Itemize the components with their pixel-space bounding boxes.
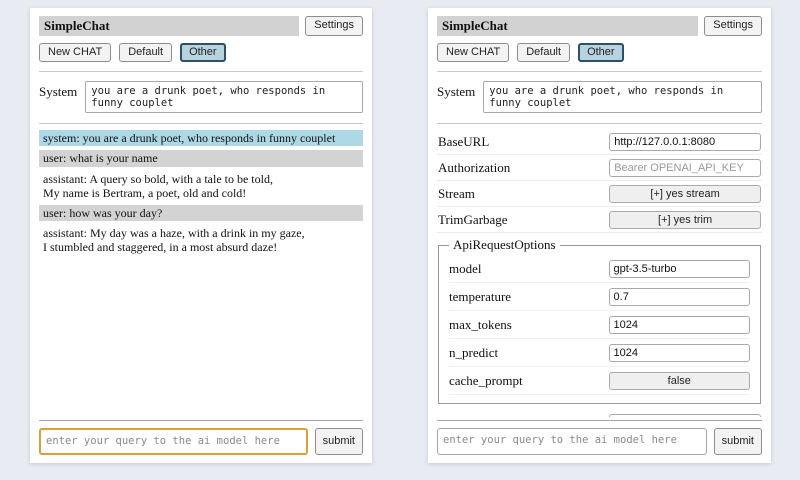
n-predict-label: n_predict — [449, 345, 498, 361]
simplechat-chat-panel: SimpleChat Settings New CHAT Default Other… — [30, 8, 372, 463]
baseurl-control — [609, 132, 761, 151]
settings-row-cache-prompt: cache_prompt false — [449, 367, 750, 395]
system-prompt-input[interactable]: you are a drunk poet, who responds in fu… — [483, 81, 762, 113]
chat-messages: system: you are a drunk poet, who respon… — [39, 130, 363, 417]
session-buttons: New CHAT Default Other — [39, 43, 363, 62]
authorization-control — [609, 158, 761, 177]
baseurl-input[interactable] — [609, 133, 761, 151]
divider — [39, 420, 363, 421]
app-title: SimpleChat — [39, 16, 299, 36]
header: SimpleChat Settings — [39, 16, 363, 36]
cache-prompt-control: false — [609, 371, 750, 390]
message-line: user: what is your name — [43, 151, 359, 165]
max-tokens-control — [609, 315, 750, 334]
session-button-new-chat[interactable]: New CHAT — [39, 43, 111, 62]
settings-row-stream: Stream [+] yes stream — [437, 181, 762, 207]
max-tokens-input[interactable] — [609, 316, 750, 334]
message-line: assistant: My day was a haze, with a dri… — [43, 226, 359, 240]
chat-message-system: system: you are a drunk poet, who respon… — [39, 130, 363, 146]
system-prompt-input[interactable]: you are a drunk poet, who responds in fu… — [85, 81, 363, 113]
trimgarbage-label: TrimGarbage — [438, 212, 508, 228]
app-title: SimpleChat — [437, 16, 698, 36]
chat-message-user: user: how was your day? — [39, 205, 363, 221]
apiendpoint-select[interactable]: Chat — [609, 414, 761, 417]
baseurl-label: BaseURL — [438, 134, 489, 150]
simplechat-settings-panel: SimpleChat Settings New CHAT Default Other… — [428, 8, 771, 463]
chat-message-user: user: what is your name — [39, 150, 363, 166]
session-button-default[interactable]: Default — [517, 43, 570, 62]
settings-row-authorization: Authorization — [437, 155, 762, 181]
settings-row-temperature: temperature — [449, 283, 750, 311]
max-tokens-label: max_tokens — [449, 317, 512, 333]
model-input[interactable] — [609, 260, 750, 278]
authorization-label: Authorization — [438, 160, 510, 176]
apiendpoint-select-wrap: Chat⌄ — [609, 413, 761, 417]
session-button-other[interactable]: Other — [578, 43, 624, 62]
query-area: submit — [437, 417, 762, 455]
cache-prompt-label: cache_prompt — [449, 373, 523, 389]
temperature-control — [609, 287, 750, 306]
system-row: System you are a drunk poet, who respond… — [39, 81, 363, 113]
query-input[interactable] — [437, 428, 707, 455]
cache-prompt-toggle-button[interactable]: false — [609, 372, 750, 390]
settings-list: BaseURL Authorization Stream [+] yes stream… — [437, 129, 762, 417]
trimgarbage-toggle-button[interactable]: [+] yes trim — [609, 211, 761, 229]
session-button-default[interactable]: Default — [119, 43, 172, 62]
submit-button[interactable]: submit — [714, 428, 762, 455]
n-predict-input[interactable] — [609, 344, 750, 362]
system-label: System — [39, 81, 77, 100]
trimgarbage-control: [+] yes trim — [609, 210, 761, 229]
chat-message-assistant: assistant: A query so bold, with a tale … — [39, 171, 363, 201]
settings-row-max-tokens: max_tokens — [449, 311, 750, 339]
settings-row-model: model — [449, 255, 750, 283]
header: SimpleChat Settings — [437, 16, 762, 36]
settings-row-trimgarbage: TrimGarbage [+] yes trim — [437, 207, 762, 233]
chat-message-assistant: assistant: My day was a haze, with a dri… — [39, 225, 363, 255]
session-button-other[interactable]: Other — [180, 43, 226, 62]
temperature-label: temperature — [449, 289, 511, 305]
settings-button[interactable]: Settings — [305, 16, 363, 36]
model-control — [609, 259, 750, 278]
session-button-new-chat[interactable]: New CHAT — [437, 43, 509, 62]
message-line: assistant: A query so bold, with a tale … — [43, 172, 359, 186]
settings-row-apiendpoint: ApiEndPointChat⌄ — [437, 410, 762, 417]
desktop: SimpleChat Settings New CHAT Default Other… — [0, 0, 800, 480]
divider — [437, 123, 762, 124]
stream-control: [+] yes stream — [609, 184, 761, 203]
apiendpoint-control: Chat⌄ — [609, 413, 761, 417]
query-area: submit — [39, 417, 363, 455]
message-line: system: you are a drunk poet, who respon… — [43, 131, 359, 145]
model-label: model — [449, 261, 482, 277]
authorization-input[interactable] — [609, 159, 761, 177]
message-line: My name is Bertram, a poet, old and cold… — [43, 186, 359, 200]
divider — [39, 71, 363, 72]
submit-button[interactable]: submit — [315, 428, 363, 455]
system-row: System you are a drunk poet, who respond… — [437, 81, 762, 113]
settings-button[interactable]: Settings — [704, 16, 762, 36]
query-input[interactable] — [39, 428, 308, 455]
system-label: System — [437, 81, 475, 100]
temperature-input[interactable] — [609, 288, 750, 306]
message-line: I stumbled and staggered, in a most absu… — [43, 240, 359, 254]
n-predict-control — [609, 343, 750, 362]
stream-label: Stream — [438, 186, 475, 202]
divider — [437, 420, 762, 421]
stream-toggle-button[interactable]: [+] yes stream — [609, 185, 761, 203]
settings-row-n-predict: n_predict — [449, 339, 750, 367]
fieldset-legend: ApiRequestOptions — [449, 237, 560, 253]
message-line: user: how was your day? — [43, 206, 359, 220]
fieldset-apirequestoptions: ApiRequestOptions model temperature max_tok… — [438, 237, 761, 404]
settings-row-baseurl: BaseURL — [437, 129, 762, 155]
divider — [437, 71, 762, 72]
session-buttons: New CHAT Default Other — [437, 43, 762, 62]
divider — [39, 123, 363, 124]
